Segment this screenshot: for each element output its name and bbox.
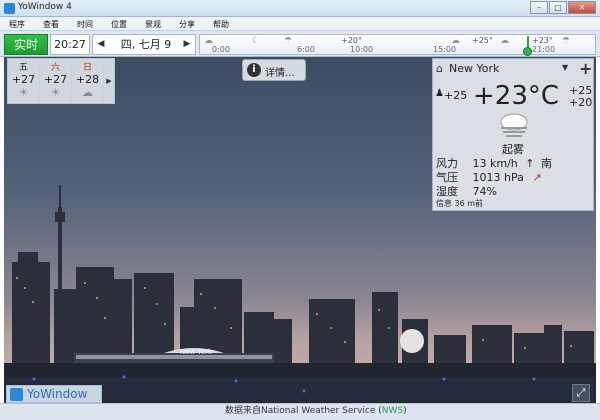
humidity-value: 74% [472,185,497,198]
forecast-day[interactable]: 六 +27 ☀ [40,59,72,103]
minimize-button[interactable]: – [530,1,548,14]
humidity-row: 湿度 74% [436,183,497,199]
city-name[interactable]: New York [449,62,499,75]
person-icon: ♟ [435,88,444,99]
pressure-trend-icon: ↗ [532,171,542,184]
rain-icon: ☂ [284,36,293,46]
forecast-day-label: 日 [82,63,92,73]
menu-location[interactable]: 位置 [102,17,136,30]
forecast-day-temp: +27 [11,73,36,86]
fullscreen-icon[interactable]: ⤢ [572,384,590,402]
menu-share[interactable]: 分享 [170,17,204,30]
chevron-down-icon[interactable]: ▼ [562,63,568,72]
forecast-day-temp: +28 [75,73,100,86]
forecast-day-temp: +27 [43,73,68,86]
close-button[interactable]: ✕ [568,1,596,14]
source-prefix: 数据来自National Weather Service ( [225,406,382,416]
low-temp: +20 [569,96,593,109]
date-selector: ◀ 四, 七月 9 ▶ [92,34,196,55]
data-source: 数据来自National Weather Service (NWS) [225,403,407,416]
cloud-icon: ☁ [82,86,93,99]
source-nws-link[interactable]: NWS [382,406,403,416]
rain-icon: ☂ [562,36,571,46]
menu-help[interactable]: 帮助 [204,17,238,30]
timeline-temp: +20° [341,36,362,45]
yowindow-logo[interactable]: YoWindow [6,385,102,403]
weather-scene: New York 五 +27 ☀ 六 +27 ☀ 日 +28 ☁ ▶ i 详情.… [4,57,596,403]
timeline-slider[interactable]: ☁ 0:00 ☾ ☂ 6:00 +20° 10:00 15:00 ☁ +25° … [199,34,596,56]
humidity-label: 湿度 [436,185,458,198]
details-button[interactable]: i 详情... [242,59,306,81]
toolbar: 实时 20:27 ◀ 四, 七月 9 ▶ ☁ 0:00 ☾ ☂ 6:00 +20… [0,31,600,57]
current-temperature: +23°C [473,81,560,111]
timeline-temp: +25° [472,36,493,45]
moon-icon: ☾ [252,36,261,46]
menu-view[interactable]: 查看 [34,17,68,30]
forecast-day-label: 六 [50,63,60,73]
menu-program[interactable]: 程序 [0,17,34,30]
stadium-sign: New York [180,348,213,356]
details-label: 详情... [265,68,295,79]
timeline-time: 15:00 [433,45,457,54]
date-text: 四, 七月 9 [120,38,172,51]
updated-time: 信息 36 m前 [436,199,484,208]
menu-bar: 程序 查看 时间 位置 景观 分享 帮助 [0,17,600,31]
forecast-day[interactable]: 五 +27 ☀ [8,59,40,103]
timeline-time: 21:00 [532,45,556,54]
current-weather-panel: ⌂ New York ▼ + ♟ +25 +23°C +25 +20 起雾 风力… [432,58,594,211]
maximize-button[interactable]: □ [549,1,567,14]
cloud-icon: ☁ [451,36,460,46]
menu-time[interactable]: 时间 [68,17,102,30]
timeline-start: 0:00 [212,45,230,54]
forecast-strip[interactable]: 五 +27 ☀ 六 +27 ☀ 日 +28 ☁ ▶ [7,58,115,104]
title-bar: YoWindow 4 – □ ✕ [0,0,600,17]
app-logo-icon [10,388,23,401]
add-location-button[interactable]: + [579,59,592,78]
timeline-handle[interactable] [523,47,532,56]
forecast-day-label: 五 [18,63,28,73]
timeline-time: 6:00 [297,45,315,54]
next-day-icon[interactable]: ▶ [181,35,193,54]
fog-icon [500,113,528,137]
sun-cloud-icon: ☀ [18,86,29,99]
wind-direction: 南 [540,157,552,170]
home-icon[interactable]: ⌂ [436,62,443,75]
source-suffix: ) [403,406,407,416]
info-icon: i [247,63,261,77]
now-button[interactable]: 实时 [4,34,48,55]
logo-text: YoWindow [27,387,88,401]
cloud-icon: ☁ [500,36,509,46]
menu-landscape[interactable]: 景观 [136,17,170,30]
forecast-expand-icon[interactable]: ▶ [104,59,114,103]
forecast-day[interactable]: 日 +28 ☁ [72,59,104,103]
window-title: YoWindow 4 [18,2,72,12]
sun-cloud-icon: ☀ [50,86,61,99]
timeline-time: 10:00 [350,45,374,54]
window-controls: – □ ✕ [529,1,596,14]
app-icon [4,3,15,14]
time-display[interactable]: 20:27 [50,34,90,55]
timeline-temp: +23° [532,36,553,45]
prev-day-icon[interactable]: ◀ [95,35,107,54]
feels-like-temp: +25 [444,89,468,102]
